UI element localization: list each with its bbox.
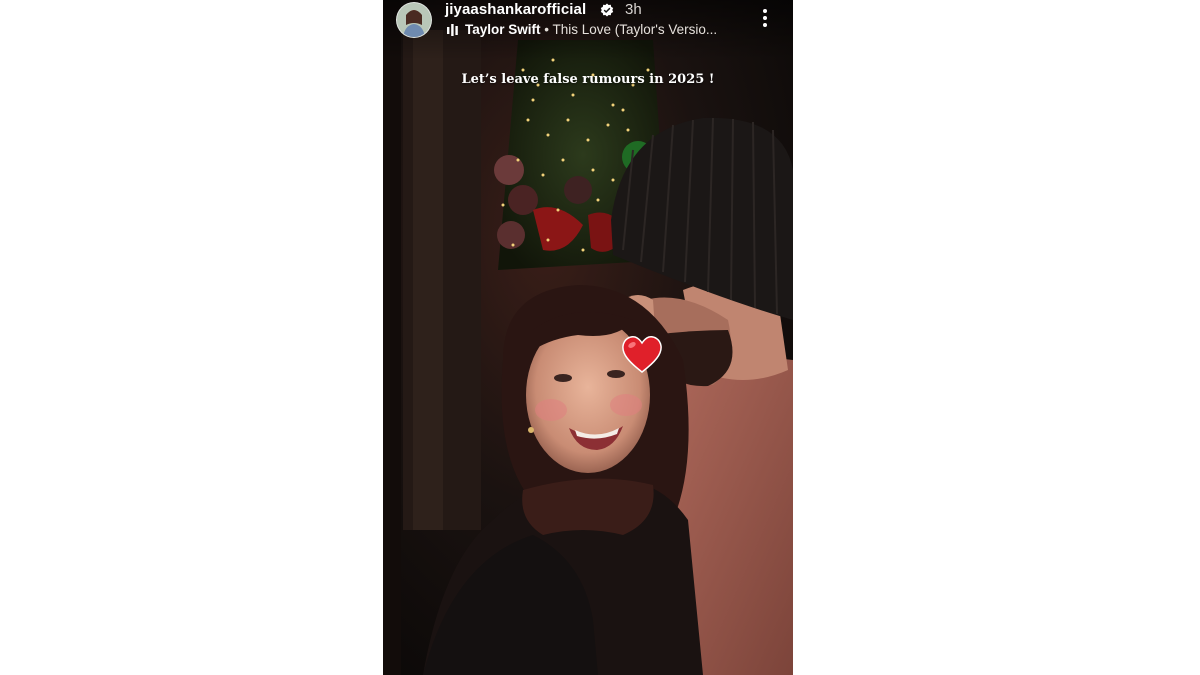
verified-badge-icon (600, 3, 614, 17)
avatar-image-icon (397, 3, 431, 37)
story-caption: Let’s leave false rumours in 2025 ! (461, 72, 715, 87)
profile-avatar[interactable] (396, 2, 432, 38)
red-heart-emoji (622, 336, 662, 373)
audio-bars-icon (447, 24, 458, 36)
username[interactable]: jiyaashankarofficial (445, 1, 586, 18)
music-attribution[interactable]: Taylor Swift • This Love (Taylor's Versi… (465, 22, 717, 37)
music-separator: • (540, 22, 553, 37)
story-header: jiyaashankarofficial 3h Taylor Swift • T… (383, 0, 793, 48)
more-vertical-icon[interactable] (757, 7, 773, 29)
story-photo (383, 0, 793, 675)
music-track: This Love (Taylor's Versio... (552, 22, 718, 37)
story-viewer[interactable]: jiyaashankarofficial 3h Taylor Swift • T… (383, 0, 793, 675)
music-artist: Taylor Swift (465, 22, 541, 37)
post-time: 3h (625, 1, 642, 18)
